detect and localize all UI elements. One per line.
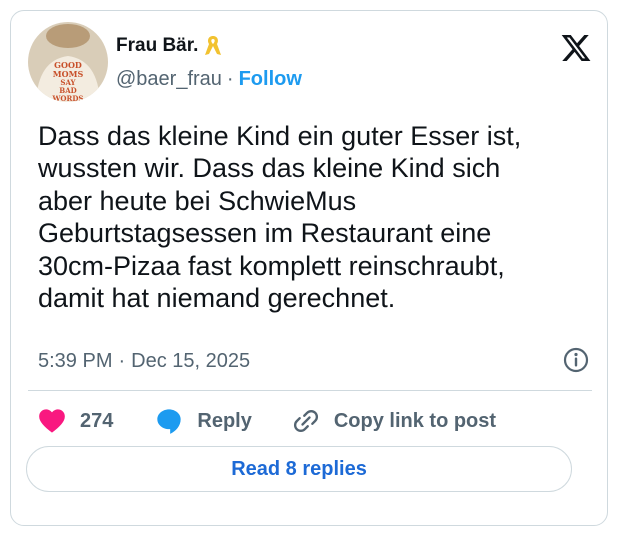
like-button[interactable]: 274 — [38, 408, 113, 434]
copy-link-label: Copy link to post — [333, 409, 497, 432]
reply-label: Reply — [197, 409, 252, 432]
speech-bubble-icon — [157, 409, 182, 434]
x-logo-icon[interactable] — [560, 32, 592, 64]
author-handle-row: @baer_frau · Follow — [116, 68, 302, 91]
link-icon — [293, 410, 318, 432]
author-avatar[interactable]: GOOD MOMS SAY BAD WORDS — [28, 22, 108, 102]
timestamp-separator: · — [118, 350, 126, 372]
handle-separator: · — [226, 68, 234, 90]
divider — [28, 390, 592, 391]
author-handle[interactable]: @baer_frau — [116, 68, 222, 91]
tweet-actions: 274 Reply Copy link to post — [38, 407, 496, 435]
copy-link-button[interactable]: Copy link to post — [292, 407, 496, 435]
like-count: 274 — [80, 409, 114, 432]
follow-button[interactable]: Follow — [239, 68, 302, 91]
read-replies-button[interactable]: Read 8 replies — [26, 446, 572, 492]
author-name-row: Frau Bär. — [116, 34, 222, 58]
author-display-name[interactable]: Frau Bär. — [116, 35, 198, 57]
tweet-date: Dec 15, 2025 — [131, 350, 251, 372]
yellow-ribbon-icon — [205, 36, 222, 55]
avatar-image: GOOD MOMS SAY BAD WORDS — [28, 22, 108, 102]
heart-icon — [39, 409, 65, 433]
tweet-timestamp[interactable]: 5:39 PM · Dec 15, 2025 — [38, 350, 250, 373]
tweet-text: Dass das kleine Kind ein guter Esser ist… — [38, 121, 522, 314]
tweet-time: 5:39 PM — [38, 350, 113, 372]
reply-button[interactable]: Reply — [155, 407, 252, 435]
info-icon[interactable] — [562, 346, 590, 374]
